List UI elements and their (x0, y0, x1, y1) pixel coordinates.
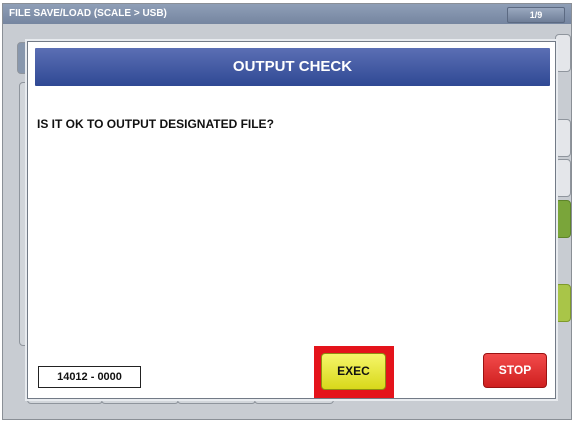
background-right-button-5 (555, 284, 571, 322)
output-check-dialog: OUTPUT CHECK IS IT OK TO OUTPUT DESIGNAT… (27, 41, 556, 399)
screen-title: FILE SAVE/LOAD (SCALE > USB) (9, 8, 167, 19)
dialog-title: OUTPUT CHECK (35, 48, 550, 86)
dialog-message: IS IT OK TO OUTPUT DESIGNATED FILE? (37, 117, 274, 131)
background-right-button-2 (555, 119, 571, 157)
background-right-button-4 (555, 200, 571, 238)
top-bar: FILE SAVE/LOAD (SCALE > USB) 1/9 (3, 4, 571, 24)
page-indicator[interactable]: 1/9 (507, 7, 565, 23)
screen: FILE SAVE/LOAD (SCALE > USB) 1/9 OUTPUT … (2, 3, 572, 420)
stop-button[interactable]: STOP (483, 353, 547, 388)
background-right-button-1 (555, 34, 571, 72)
file-code-field: 14012 - 0000 (38, 366, 141, 388)
background-right-button-3 (555, 159, 571, 197)
exec-button[interactable]: EXEC (321, 353, 386, 390)
